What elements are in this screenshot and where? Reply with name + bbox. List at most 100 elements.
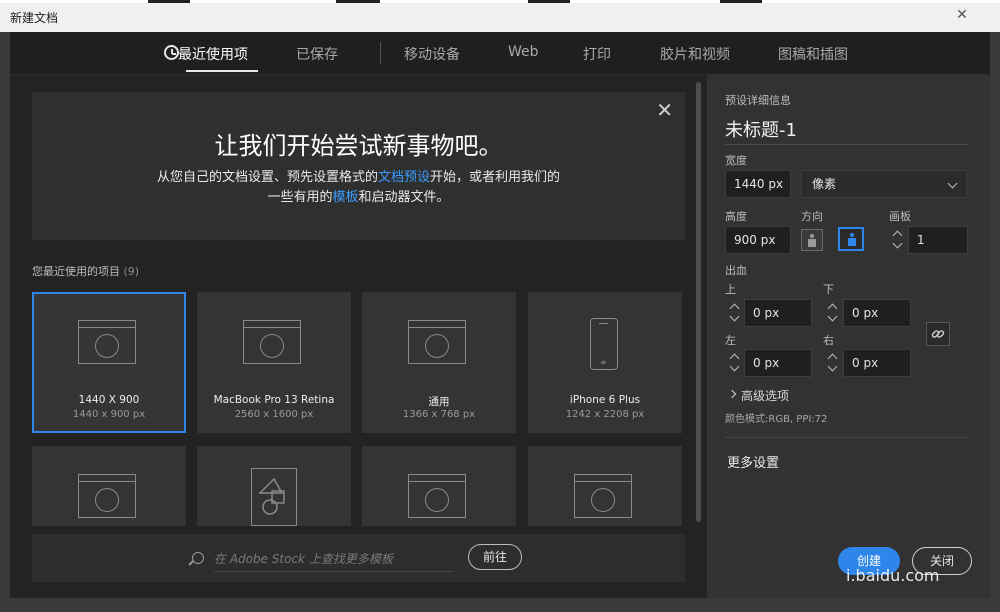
width-input[interactable]: 1440 px — [725, 170, 791, 198]
stock-search-input[interactable]: 在 Adobe Stock 上查找更多模板 — [214, 550, 454, 572]
preset-card[interactable] — [362, 446, 516, 526]
bleed-left-stepper[interactable] — [727, 349, 743, 377]
unit-select[interactable]: 像素 — [801, 170, 967, 198]
banner-text-line-1: 从您自己的文档设置、预先设置格式的文档预设开始，或者利用我们的 — [32, 166, 685, 185]
chevron-down-icon — [947, 178, 958, 189]
globe-icon — [95, 488, 119, 512]
artboard-label: 画板 — [889, 210, 911, 223]
width-label: 宽度 — [725, 154, 747, 167]
link-bleed-icon[interactable] — [926, 322, 950, 346]
watermark: i.baidu.com — [846, 566, 940, 585]
globe-icon — [591, 488, 615, 512]
banner-text: 开始，或者利用我们的 — [430, 170, 561, 185]
browser-icon — [78, 320, 136, 364]
artboard-stepper[interactable] — [890, 226, 906, 254]
tab-web[interactable]: Web — [508, 44, 539, 60]
preset-card[interactable] — [32, 446, 186, 526]
bleed-right-label: 右 — [823, 334, 834, 347]
bleed-right-input[interactable]: 0 px — [843, 349, 911, 377]
bleed-left-label: 左 — [725, 334, 736, 347]
titlebar-strip-segment — [528, 0, 570, 3]
preset-details-label: 预设详细信息 — [725, 94, 791, 107]
banner-text: 和启动器文件。 — [358, 190, 450, 205]
preset-size: 1366 x 768 px — [402, 409, 476, 420]
search-icon — [192, 552, 204, 564]
chevron-down-icon — [827, 361, 838, 372]
shapes-glyph — [258, 477, 285, 515]
preset-card-1440x900[interactable]: 1440 X 900 1440 x 900 px — [32, 292, 186, 433]
orientation-label: 方向 — [801, 210, 823, 223]
browser-icon — [243, 320, 301, 364]
globe-icon — [425, 334, 449, 358]
preset-size: 1242 x 2208 px — [565, 409, 645, 420]
phone-icon — [590, 318, 618, 370]
tab-recent[interactable]: 最近使用项 — [178, 44, 248, 64]
tab-film-video[interactable]: 胶片和视频 — [660, 44, 730, 64]
presets-scrollbar[interactable] — [696, 82, 701, 522]
bleed-bottom-label: 下 — [823, 283, 834, 296]
document-presets-link[interactable]: 文档预设 — [378, 170, 430, 185]
globe-icon — [95, 334, 119, 358]
unit-value: 像素 — [812, 177, 837, 191]
portrait-orientation-button[interactable] — [801, 229, 823, 251]
globe-icon — [425, 488, 449, 512]
advanced-options-toggle[interactable]: 高级选项 — [741, 387, 789, 404]
document-name-field[interactable]: 未标题-1 — [725, 116, 968, 145]
go-button[interactable]: 前往 — [468, 544, 522, 570]
shapes-document-icon — [251, 468, 297, 526]
banner-close-icon[interactable]: ✕ — [656, 98, 673, 122]
chevron-down-icon — [729, 361, 740, 372]
templates-link[interactable]: 模板 — [332, 190, 358, 205]
preset-name: iPhone 6 Plus — [569, 394, 641, 406]
window-title: 新建文档 — [10, 11, 59, 25]
tab-saved[interactable]: 已保存 — [296, 44, 338, 64]
artboard-input[interactable]: 1 — [908, 226, 968, 254]
preset-card-macbook-pro[interactable]: MacBook Pro 13 Retina 2560 x 1600 px — [197, 292, 351, 433]
window-titlebar — [0, 0, 1000, 33]
preset-card[interactable] — [197, 446, 351, 526]
preset-card[interactable] — [528, 446, 682, 526]
recent-items-label: 您最近使用的项目 (9) — [32, 263, 139, 279]
recent-items-count: (9) — [123, 265, 140, 278]
browser-icon — [408, 320, 466, 364]
globe-icon — [260, 334, 284, 358]
bleed-top-input[interactable]: 0 px — [744, 299, 812, 327]
nav-separator — [380, 42, 381, 64]
active-tab-underline — [186, 70, 258, 72]
welcome-banner: ✕ 让我们开始尝试新事物吧。 从您自己的文档设置、预先设置格式的文档预设开始，或… — [32, 92, 685, 240]
preset-name: 1440 X 900 — [78, 394, 140, 406]
bleed-bottom-stepper[interactable] — [825, 299, 841, 327]
bleed-top-stepper[interactable] — [727, 299, 743, 327]
person-icon — [848, 233, 856, 246]
preset-size: 1440 x 900 px — [72, 409, 146, 420]
details-divider — [725, 437, 968, 438]
titlebar-strip-segment — [720, 0, 762, 3]
recent-items-text: 您最近使用的项目 — [32, 265, 120, 278]
adobe-stock-search-bar: 在 Adobe Stock 上查找更多模板 前往 — [32, 534, 685, 582]
chain-link-glyph — [931, 330, 945, 338]
landscape-orientation-button[interactable] — [838, 227, 864, 251]
browser-icon — [574, 474, 632, 518]
height-input[interactable]: 900 px — [725, 226, 791, 254]
category-nav: 最近使用项 已保存 移动设备 Web 打印 胶片和视频 图稿和插图 — [10, 32, 990, 75]
titlebar-strip-segment — [336, 0, 380, 3]
preset-card-iphone-6-plus[interactable]: iPhone 6 Plus 1242 x 2208 px — [528, 292, 682, 433]
preset-size: 2560 x 1600 px — [234, 409, 314, 420]
tab-art-illustration[interactable]: 图稿和插图 — [778, 44, 848, 64]
tab-mobile[interactable]: 移动设备 — [404, 44, 460, 64]
person-icon — [808, 234, 816, 247]
chevron-down-icon — [729, 311, 740, 322]
bleed-right-stepper[interactable] — [825, 349, 841, 377]
chevron-down-icon — [892, 238, 903, 249]
chevron-down-icon — [827, 311, 838, 322]
browser-icon — [408, 474, 466, 518]
bleed-bottom-input[interactable]: 0 px — [843, 299, 911, 327]
more-settings-link[interactable]: 更多设置 — [727, 452, 779, 471]
bleed-left-input[interactable]: 0 px — [744, 349, 812, 377]
window-close-icon[interactable]: ✕ — [950, 5, 974, 25]
browser-icon — [78, 474, 136, 518]
banner-title: 让我们开始尝试新事物吧。 — [214, 132, 503, 160]
tab-print[interactable]: 打印 — [583, 44, 611, 64]
clock-icon — [164, 45, 179, 60]
preset-card-general[interactable]: 通用 1366 x 768 px — [362, 292, 516, 433]
